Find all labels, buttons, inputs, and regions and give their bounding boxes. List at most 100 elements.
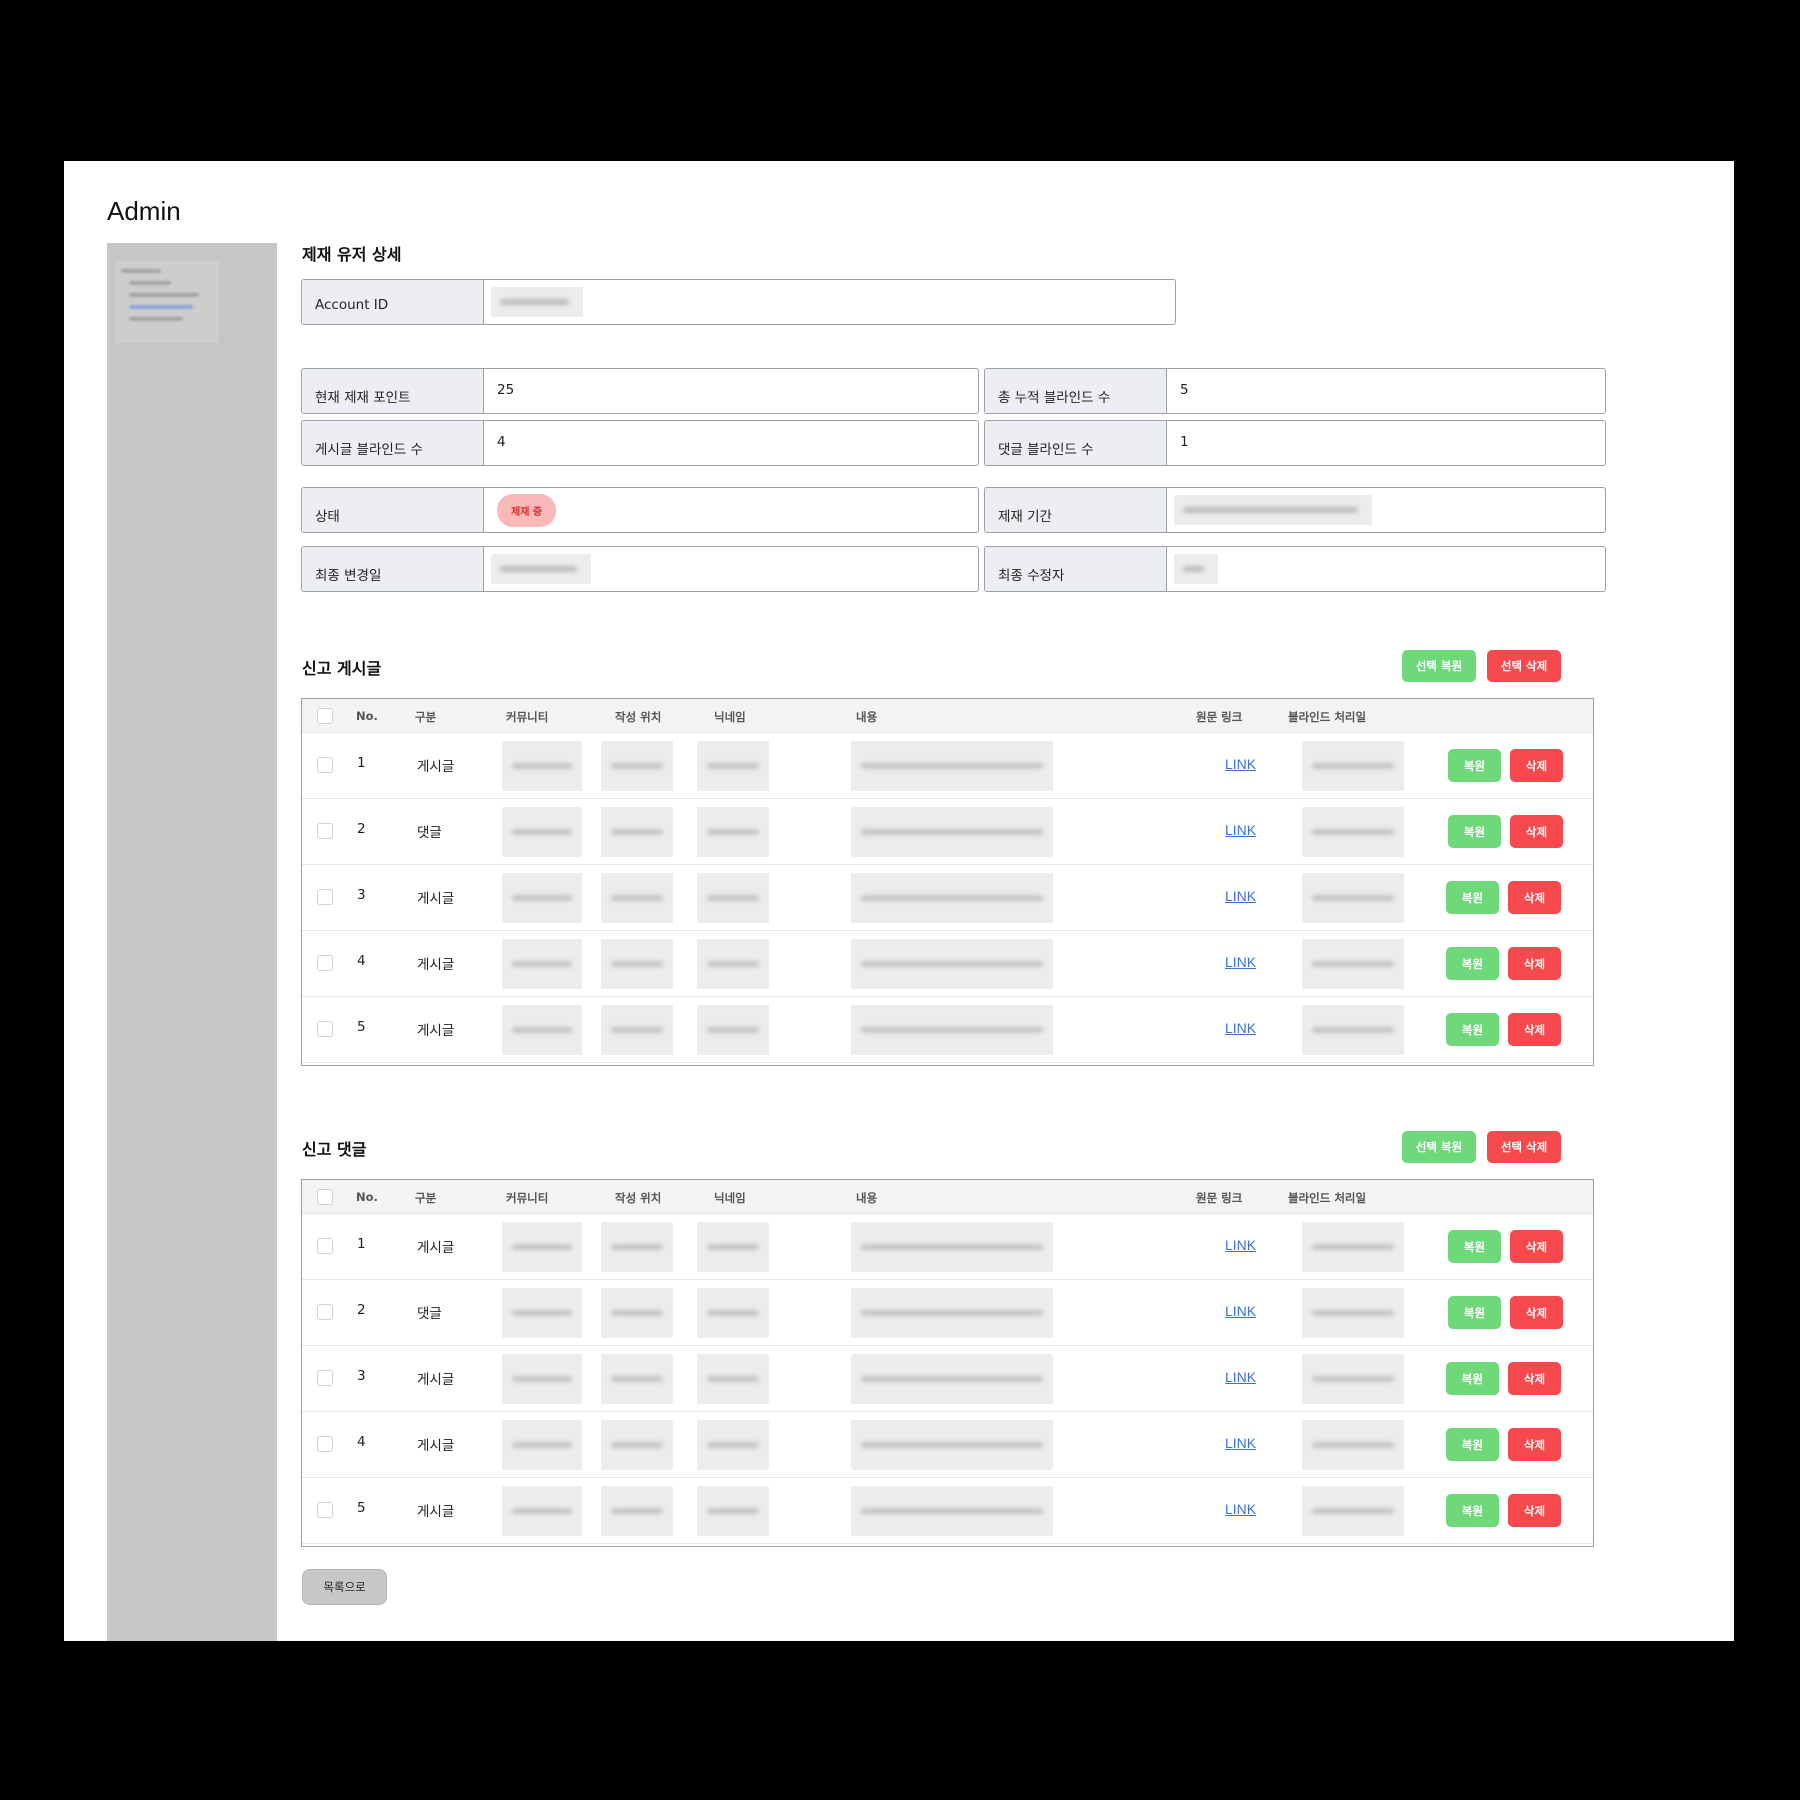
- blind-date-cell-blurred: [1302, 807, 1404, 857]
- delete-button[interactable]: 삭제: [1508, 881, 1561, 914]
- row-checkbox[interactable]: [317, 1238, 333, 1254]
- restore-button[interactable]: 복원: [1446, 1362, 1499, 1395]
- status-label: 상태: [302, 488, 484, 532]
- nickname-cell-blurred: [697, 1486, 769, 1536]
- source-link[interactable]: LINK: [1225, 954, 1256, 970]
- last-editor-field: 최종 수정자: [984, 546, 1606, 592]
- row-type: 게시글: [417, 1023, 455, 1039]
- last-changed-field: 최종 변경일: [301, 546, 979, 592]
- nickname-cell-blurred: [697, 939, 769, 989]
- delete-button[interactable]: 삭제: [1510, 815, 1563, 848]
- source-link[interactable]: LINK: [1225, 1369, 1256, 1385]
- column-header: 내용: [856, 1191, 878, 1205]
- restore-button[interactable]: 복원: [1448, 815, 1501, 848]
- source-link[interactable]: LINK: [1225, 888, 1256, 904]
- table-row: 4 게시글 LINK 복원 삭제: [302, 1412, 1593, 1478]
- community-cell-blurred: [502, 807, 582, 857]
- table-row: 5 게시글 LINK 복원 삭제: [302, 1478, 1593, 1544]
- row-checkbox[interactable]: [317, 1436, 333, 1452]
- row-checkbox[interactable]: [317, 889, 333, 905]
- row-number: 2: [357, 821, 366, 837]
- source-link[interactable]: LINK: [1225, 756, 1256, 772]
- column-header: No.: [356, 1190, 378, 1204]
- points-field: 현재 제재 포인트 25: [301, 368, 979, 414]
- select-all-checkbox[interactable]: [317, 1189, 333, 1205]
- delete-button[interactable]: 삭제: [1510, 1230, 1563, 1263]
- column-header: 작성 위치: [615, 1191, 662, 1205]
- row-checkbox[interactable]: [317, 955, 333, 971]
- restore-button[interactable]: 복원: [1446, 1428, 1499, 1461]
- row-checkbox[interactable]: [317, 1370, 333, 1386]
- blind-date-cell-blurred: [1302, 1486, 1404, 1536]
- table-row: 4 게시글 LINK 복원 삭제: [302, 931, 1593, 997]
- row-checkbox[interactable]: [317, 1304, 333, 1320]
- location-cell-blurred: [601, 1222, 673, 1272]
- row-number: 3: [357, 887, 366, 903]
- row-type: 게시글: [417, 957, 455, 973]
- back-to-list-button[interactable]: 목록으로: [302, 1569, 387, 1605]
- select-all-checkbox[interactable]: [317, 708, 333, 724]
- row-type: 게시글: [417, 759, 455, 775]
- delete-button[interactable]: 삭제: [1508, 1494, 1561, 1527]
- restore-button[interactable]: 복원: [1446, 1013, 1499, 1046]
- community-cell-blurred: [502, 1222, 582, 1272]
- delete-button[interactable]: 삭제: [1508, 1013, 1561, 1046]
- delete-button[interactable]: 삭제: [1508, 1428, 1561, 1461]
- location-cell-blurred: [601, 1420, 673, 1470]
- column-header: 구분: [415, 1191, 437, 1205]
- source-link[interactable]: LINK: [1225, 1020, 1256, 1036]
- total-blind-field: 총 누적 블라인드 수 5: [984, 368, 1606, 414]
- source-link[interactable]: LINK: [1225, 1501, 1256, 1517]
- row-number: 5: [357, 1500, 366, 1516]
- location-cell-blurred: [601, 1486, 673, 1536]
- posts-delete-selected-button[interactable]: 선택 삭제: [1487, 650, 1561, 682]
- nickname-cell-blurred: [697, 741, 769, 791]
- comment-blind-value: 1: [1180, 434, 1189, 450]
- delete-button[interactable]: 삭제: [1510, 1296, 1563, 1329]
- content-cell-blurred: [851, 1486, 1053, 1536]
- content-cell-blurred: [851, 1005, 1053, 1055]
- row-type: 게시글: [417, 1372, 455, 1388]
- row-checkbox[interactable]: [317, 1502, 333, 1518]
- row-type: 댓글: [417, 1306, 442, 1322]
- posts-restore-selected-button[interactable]: 선택 복원: [1402, 650, 1476, 682]
- source-link[interactable]: LINK: [1225, 822, 1256, 838]
- source-link[interactable]: LINK: [1225, 1237, 1256, 1253]
- row-number: 4: [357, 1434, 366, 1450]
- delete-button[interactable]: 삭제: [1510, 749, 1563, 782]
- post-blind-value: 4: [497, 434, 506, 450]
- delete-button[interactable]: 삭제: [1508, 947, 1561, 980]
- last-changed-label: 최종 변경일: [302, 547, 484, 591]
- row-checkbox[interactable]: [317, 757, 333, 773]
- restore-button[interactable]: 복원: [1446, 947, 1499, 980]
- location-cell-blurred: [601, 873, 673, 923]
- row-type: 댓글: [417, 825, 442, 841]
- row-checkbox[interactable]: [317, 1021, 333, 1037]
- restore-button[interactable]: 복원: [1446, 1494, 1499, 1527]
- nickname-cell-blurred: [697, 1005, 769, 1055]
- source-link[interactable]: LINK: [1225, 1303, 1256, 1319]
- restore-button[interactable]: 복원: [1448, 749, 1501, 782]
- restore-button[interactable]: 복원: [1446, 881, 1499, 914]
- nickname-cell-blurred: [697, 1354, 769, 1404]
- column-header: 블라인드 처리일: [1288, 1191, 1367, 1205]
- location-cell-blurred: [601, 741, 673, 791]
- location-cell-blurred: [601, 1354, 673, 1404]
- delete-button[interactable]: 삭제: [1508, 1362, 1561, 1395]
- period-value-blurred: [1174, 495, 1372, 525]
- comments-restore-selected-button[interactable]: 선택 복원: [1402, 1131, 1476, 1163]
- table-row: 2 댓글 LINK 복원 삭제: [302, 799, 1593, 865]
- restore-button[interactable]: 복원: [1448, 1296, 1501, 1329]
- community-cell-blurred: [502, 939, 582, 989]
- column-header: 커뮤니티: [506, 710, 549, 724]
- comments-delete-selected-button[interactable]: 선택 삭제: [1487, 1131, 1561, 1163]
- column-header: 닉네임: [714, 1191, 746, 1205]
- restore-button[interactable]: 복원: [1448, 1230, 1501, 1263]
- row-checkbox[interactable]: [317, 823, 333, 839]
- sidebar: [107, 243, 277, 1641]
- source-link[interactable]: LINK: [1225, 1435, 1256, 1451]
- account-id-label: Account ID: [302, 280, 484, 324]
- content-cell-blurred: [851, 873, 1053, 923]
- sidebar-menu-blurred: [115, 261, 219, 343]
- blind-date-cell-blurred: [1302, 1288, 1404, 1338]
